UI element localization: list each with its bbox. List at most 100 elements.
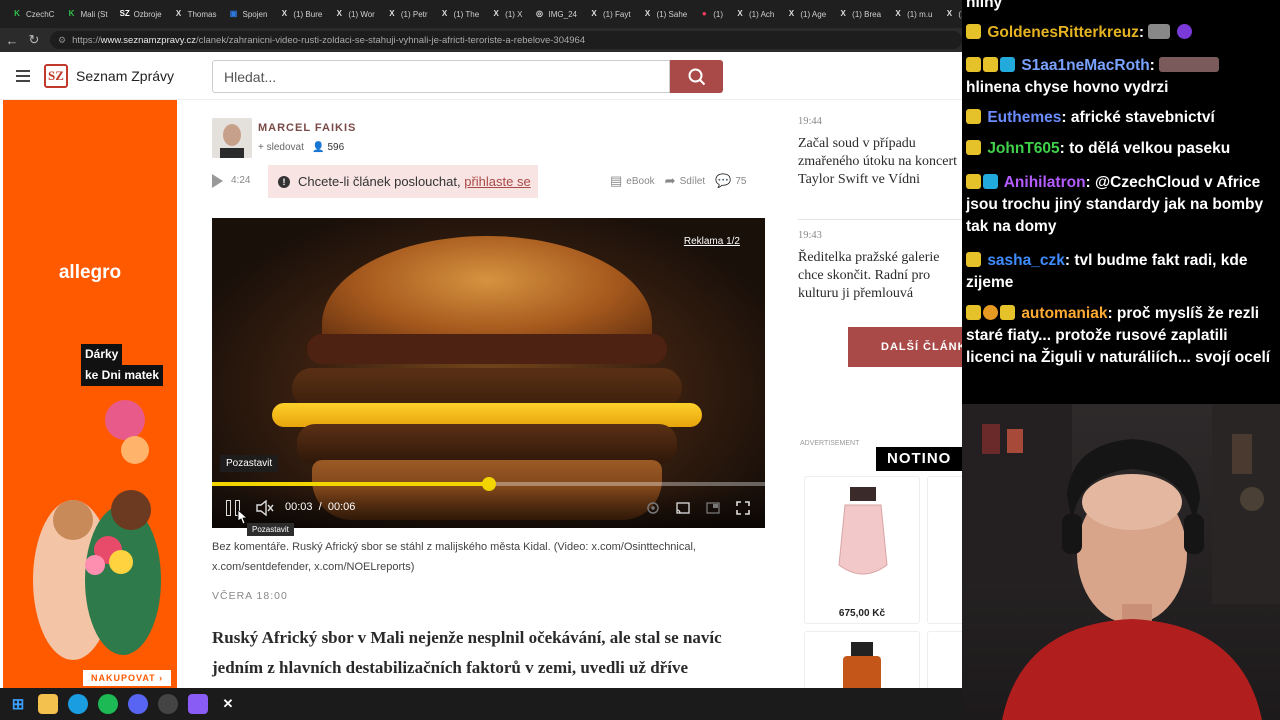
chat-user[interactable]: JohnT605	[987, 140, 1059, 157]
tab-favicon-icon: X	[788, 9, 795, 18]
x-app-icon[interactable]: ✕	[218, 694, 238, 714]
browser-tab[interactable]: X (1) Wor	[328, 3, 381, 25]
chat-user[interactable]: Anihilatron	[1004, 174, 1086, 191]
mute-icon[interactable]	[256, 500, 274, 516]
audio-duration: 4:24	[231, 175, 251, 186]
web-page: SZ Seznam Zprávy Hledat... allegro Dárky…	[0, 52, 962, 688]
browser-tab[interactable]: X (1) Petr	[381, 3, 434, 25]
url-field[interactable]: ⚙ https://www.seznamzpravy.cz/clanek/zah…	[50, 31, 962, 49]
browser-tab-bar: K CzechC K Mali (St SZ Ozbroje X Thomas ▣ Spojen X…	[0, 0, 962, 28]
site-info-icon[interactable]: ⚙	[58, 35, 66, 46]
total-time: 00:06	[327, 501, 356, 513]
article-date: VČERA 18:00	[212, 590, 288, 602]
ebook-button[interactable]: ▤ eBook	[610, 173, 655, 189]
menu-icon[interactable]	[16, 67, 30, 85]
chat-message: JohnT605: to dělá velkou paseku	[966, 138, 1276, 160]
tab-label: (1) Ach	[749, 9, 775, 19]
share-button[interactable]: ➦ Sdílet	[665, 173, 705, 189]
news-title[interactable]: Začal soud v případu zmařeného útoku na …	[798, 135, 962, 189]
notino-logo[interactable]: NOTINO	[876, 447, 962, 471]
product-card[interactable]	[927, 476, 962, 624]
ad-line1: Dárky	[81, 344, 123, 365]
reload-icon[interactable]: ↻	[24, 32, 44, 48]
chat-user[interactable]: Euthemes	[987, 109, 1061, 126]
perfume-image	[838, 487, 888, 575]
file-explorer-icon[interactable]	[38, 694, 58, 714]
comments-button[interactable]: 💬 75	[715, 173, 746, 189]
video-player[interactable]: Reklama 1/2 Pozastavit 00:03 / 00:06	[212, 218, 765, 528]
news-item[interactable]: 19:44 Začal soud v případu zmařeného úto…	[798, 116, 962, 189]
tab-label: (1) Bure	[293, 9, 323, 19]
article-tools: ▤ eBook ➦ Sdílet 💬 75	[610, 173, 746, 189]
browser-tab[interactable]: X (1) Bure	[273, 3, 328, 25]
browser-tab[interactable]: X (1) Fayt	[583, 3, 637, 25]
discord-icon[interactable]	[128, 694, 148, 714]
news-item[interactable]: 19:43 Ředitelka pražské galerie chce sko…	[798, 230, 962, 303]
follow-button[interactable]: + sledovat	[258, 142, 304, 153]
browser-tab[interactable]: ▣ Spojen	[223, 3, 274, 25]
pip-icon[interactable]	[705, 500, 721, 516]
settings-icon[interactable]	[645, 500, 661, 516]
tab-favicon-icon: X	[281, 9, 288, 18]
time-separator: /	[318, 501, 322, 513]
browser-tab[interactable]: X (1) X	[485, 3, 528, 25]
browser-tab[interactable]: X(1) Bran	[938, 3, 962, 25]
ad-cta-button[interactable]: NAKUPOVAT ›	[83, 670, 172, 686]
ebook-label: eBook	[626, 175, 655, 187]
copilot-icon[interactable]	[188, 694, 208, 714]
browser-tab[interactable]: K Mali (St	[60, 3, 113, 25]
browser-tab[interactable]: ◎ IMG_24	[529, 3, 583, 25]
cast-icon[interactable]	[675, 500, 691, 516]
site-name[interactable]: Seznam Zprávy	[76, 68, 174, 84]
chat-message: S1aa1neMacRoth: hlinena chyse hovno vydr…	[966, 55, 1276, 99]
edge-icon[interactable]	[68, 694, 88, 714]
search-button[interactable]	[670, 60, 723, 93]
browser-tab[interactable]: X Thomas	[168, 3, 223, 25]
tab-label: (1) Brea	[852, 9, 882, 19]
tab-favicon-icon: X	[737, 9, 743, 18]
webcam-feed	[962, 404, 1280, 720]
stream-chat: hlíny GoldenesRitterkreuz: S1aa1neMacRot…	[962, 0, 1280, 404]
browser-tab[interactable]: X (1) Age	[780, 3, 832, 25]
windows-start-icon[interactable]: ⊞	[8, 694, 28, 714]
search-input[interactable]: Hledat...	[212, 60, 670, 93]
tab-favicon-icon: ◎	[536, 9, 543, 18]
author-name[interactable]: MARCEL FAIKIS	[258, 122, 356, 134]
browser-tab[interactable]: X (1) Ach	[729, 3, 780, 25]
crown-icon	[966, 305, 981, 320]
chat-text: hlíny	[966, 0, 1003, 11]
ad-illustration	[33, 400, 161, 660]
login-link[interactable]: přihlaste se	[464, 174, 530, 189]
allegro-ad[interactable]: allegro Dárky ke Dni matek NAKUPOVAT ›	[3, 100, 177, 688]
more-articles-button[interactable]: DALŠÍ ČLÁNKY	[848, 327, 962, 367]
back-icon[interactable]: ←	[2, 33, 22, 48]
browser-tab[interactable]: X (1) m.u	[887, 3, 938, 25]
play-audio-icon[interactable]	[212, 174, 223, 188]
product-card[interactable]	[927, 631, 962, 688]
browser-tab[interactable]: K CzechC	[6, 3, 60, 25]
browser-tab[interactable]: SZ Ozbroje	[114, 3, 168, 25]
browser-tab[interactable]: X (1) Sahe	[637, 3, 694, 25]
audio-row: 4:24 ! Chcete-li článek poslouchat, přih…	[212, 165, 772, 198]
news-title[interactable]: Ředitelka pražské galerie chce skončit. …	[798, 249, 962, 303]
pause-tooltip-small: Pozastavit	[247, 523, 294, 536]
fullscreen-icon[interactable]	[735, 500, 751, 516]
product-card[interactable]	[804, 476, 920, 624]
video-caption: Bez komentáře. Ruský Africký sbor se stá…	[212, 541, 696, 573]
browser-tab[interactable]: X (1) Brea	[832, 3, 887, 25]
tab-label: IMG_24	[548, 9, 577, 19]
browser-tab[interactable]: ● (1)	[693, 3, 729, 25]
browser-tab[interactable]: X (1) The	[434, 3, 486, 25]
diamond-icon	[1000, 57, 1015, 72]
video-progress-bar[interactable]	[212, 477, 765, 491]
chat-user[interactable]: sasha_czk	[987, 252, 1065, 269]
chat-user[interactable]: GoldenesRitterkreuz	[987, 24, 1139, 41]
author-avatar[interactable]	[212, 118, 252, 158]
site-logo[interactable]: SZ	[44, 63, 68, 88]
chat-user[interactable]: automaniak	[1021, 305, 1107, 322]
chat-user[interactable]: S1aa1neMacRoth	[1021, 57, 1149, 74]
product-card[interactable]	[804, 631, 920, 688]
ad-counter-link[interactable]: Reklama 1/2	[684, 236, 740, 247]
obs-icon[interactable]	[158, 694, 178, 714]
spotify-icon[interactable]	[98, 694, 118, 714]
